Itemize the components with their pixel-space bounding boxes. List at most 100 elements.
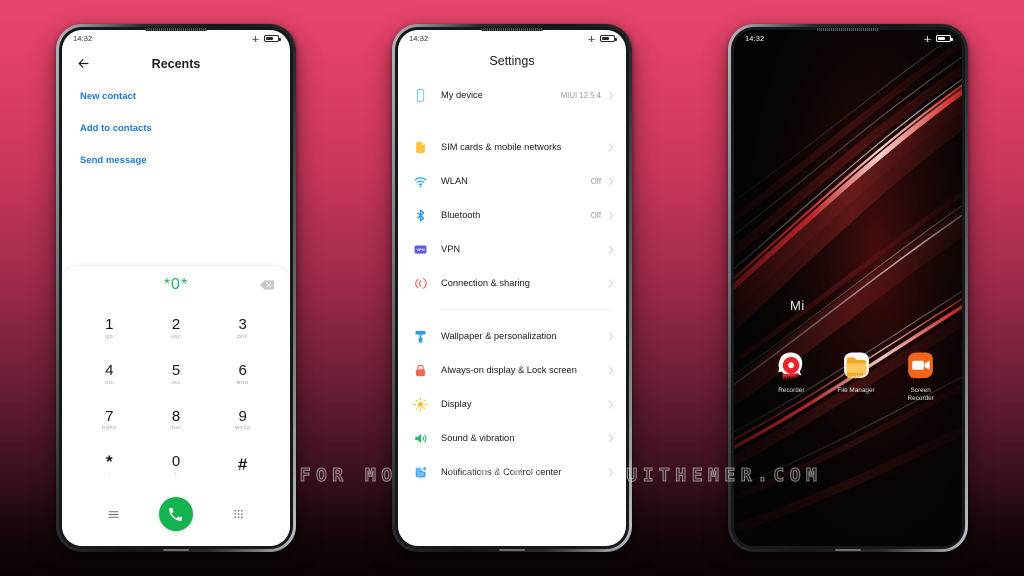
- chevron-right-icon: [609, 332, 613, 340]
- dialer-panel: *0* 1 QD 2 ABC 3 DEF 4 GHI 5 JKL 6 MNO 7 PQRS 8 TUV 9 WXY…: [62, 266, 290, 546]
- key-9[interactable]: 9 WXYZ: [209, 397, 276, 443]
- chevron-right-icon: [609, 143, 613, 151]
- key-6[interactable]: 6 MNO: [209, 351, 276, 397]
- chevron-right-icon: [609, 434, 613, 442]
- settings-row-notifications-control-center[interactable]: Notifications & Control center: [398, 455, 626, 489]
- settings-row-always-on-display-lock-screen[interactable]: Always-on display & Lock screen: [398, 353, 626, 387]
- call-button[interactable]: [158, 497, 193, 531]
- key-letters: +: [174, 471, 178, 476]
- key-3[interactable]: 3 DEF: [209, 305, 276, 351]
- key-digit: 0: [171, 453, 181, 471]
- chevron-right-icon: [609, 245, 613, 253]
- phone-device-homescreen: 14:32 Mi Recorder File Manager Screen Re…: [728, 24, 968, 552]
- settings-row-display[interactable]: Display: [398, 387, 626, 421]
- key-5[interactable]: 5 JKL: [143, 351, 210, 397]
- sim-card-icon: [412, 139, 428, 155]
- device-icon: [412, 87, 428, 103]
- phone-bezel: 14:32 Mi Recorder File Manager Screen Re…: [731, 27, 965, 551]
- connection-icon: [412, 275, 428, 291]
- key-digit: 1: [105, 316, 114, 333]
- settings-row-vpn[interactable]: VPN VPN: [398, 232, 626, 266]
- status-bar: 14:32: [62, 30, 290, 47]
- recents-header: Recents: [62, 47, 290, 77]
- link-add-to-contacts[interactable]: Add to contacts: [80, 123, 272, 134]
- key-4[interactable]: 4 GHI: [76, 351, 143, 397]
- app-recorder[interactable]: Recorder: [770, 350, 813, 404]
- status-icons: [587, 34, 617, 43]
- key-letters: MNO: [236, 379, 249, 385]
- app-icon-row: Recorder File Manager Screen Recorder: [770, 350, 942, 404]
- status-bar: 14:32: [734, 30, 962, 47]
- key-star[interactable]: *,: [76, 442, 143, 488]
- settings-row-label: Display: [441, 398, 472, 409]
- key-1[interactable]: 1 QD: [76, 305, 143, 351]
- status-bar: 14:32: [398, 30, 626, 47]
- settings-row-label: My device: [441, 89, 483, 100]
- settings-row-value: MIUI 12.5.4: [560, 90, 601, 100]
- dialer-actions: [62, 488, 290, 546]
- settings-divider: [441, 309, 612, 310]
- settings-row-bluetooth[interactable]: Bluetooth Off: [398, 198, 626, 232]
- settings-row-wlan[interactable]: WLAN Off: [398, 164, 626, 198]
- wallpaper-light-streaks: [734, 30, 962, 546]
- chevron-right-icon: [609, 400, 613, 408]
- key-digit: *: [106, 452, 113, 472]
- app-label: Screen Recorder: [907, 387, 934, 403]
- key-digit: 8: [171, 407, 181, 425]
- settings-row-label: Sound & vibration: [441, 432, 515, 443]
- back-arrow-icon[interactable]: [76, 56, 91, 71]
- settings-group-gap: [398, 112, 626, 130]
- settings-row-label: Connection & sharing: [441, 277, 530, 288]
- settings-row-my-device[interactable]: My device MIUI 12.5.4: [398, 78, 626, 112]
- status-time: 14:32: [73, 34, 93, 43]
- menu-icon[interactable]: [107, 508, 120, 521]
- settings-row-value: Off: [590, 210, 601, 220]
- notifications-icon: [412, 464, 428, 480]
- bottom-speaker-notch: [499, 549, 525, 551]
- settings-row-connection-sharing[interactable]: Connection & sharing: [398, 266, 626, 300]
- settings-row-wallpaper-personalization[interactable]: Wallpaper & personalization: [398, 319, 626, 353]
- key-8[interactable]: 8 TUV: [143, 397, 210, 443]
- status-icons: [923, 34, 953, 43]
- chevron-right-icon: [609, 279, 613, 287]
- bottom-speaker-notch: [163, 549, 189, 551]
- folder-label-mi[interactable]: Mi: [790, 298, 805, 313]
- key-digit: #: [237, 455, 248, 475]
- link-send-message[interactable]: Send message: [80, 155, 272, 166]
- key-2[interactable]: 2 ABC: [143, 305, 210, 351]
- app-file-manager[interactable]: File Manager: [835, 350, 878, 404]
- key-digit: 9: [238, 407, 247, 425]
- settings-row-label: Wallpaper & personalization: [441, 330, 557, 341]
- dialer-keypad[interactable]: 1 QD 2 ABC 3 DEF 4 GHI 5 JKL 6 MNO 7 PQRS 8 TUV 9 WXYZ *, 0…: [62, 303, 290, 488]
- wallpaper-icon: [412, 328, 428, 344]
- key-letters: DEF: [237, 333, 248, 339]
- keypad-icon[interactable]: [232, 508, 245, 521]
- key-7[interactable]: 7 PQRS: [76, 397, 143, 443]
- settings-row-sound-vibration[interactable]: Sound & vibration: [398, 421, 626, 455]
- key-digit: 7: [105, 407, 114, 425]
- battery-icon: [600, 34, 617, 43]
- key-letters: ABC: [170, 333, 182, 339]
- key-hash[interactable]: #: [209, 442, 276, 488]
- key-letters: WXYZ: [235, 425, 251, 431]
- earpiece-speaker-icon: [817, 28, 879, 31]
- dialer-display: *0*: [62, 266, 290, 303]
- chevron-right-icon: [609, 91, 613, 99]
- svg-text:VPN: VPN: [416, 246, 424, 251]
- backspace-icon[interactable]: [260, 279, 274, 290]
- display-icon: [412, 396, 428, 412]
- link-new-contact[interactable]: New contact: [80, 91, 272, 102]
- page-title: Settings: [489, 54, 535, 68]
- phone-bezel: 14:32 Settings My device MIUI 12.5.4 SIM c…: [395, 27, 629, 551]
- settings-row-label: VPN: [441, 243, 461, 254]
- settings-row-value: Off: [590, 176, 601, 186]
- key-letters: GHI: [104, 379, 115, 385]
- app-screen-recorder[interactable]: Screen Recorder: [899, 350, 942, 404]
- settings-row-sim-cards-mobile-networks[interactable]: SIM cards & mobile networks: [398, 130, 626, 164]
- screen-dialer: 14:32 Recents New contact Add to contact…: [62, 30, 290, 546]
- settings-list[interactable]: My device MIUI 12.5.4 SIM cards & mobile n…: [398, 78, 626, 489]
- screen-recorder-icon: [904, 350, 937, 383]
- key-0[interactable]: 0 +: [143, 442, 210, 488]
- airplane-icon: [588, 35, 595, 42]
- airplane-icon: [252, 35, 259, 42]
